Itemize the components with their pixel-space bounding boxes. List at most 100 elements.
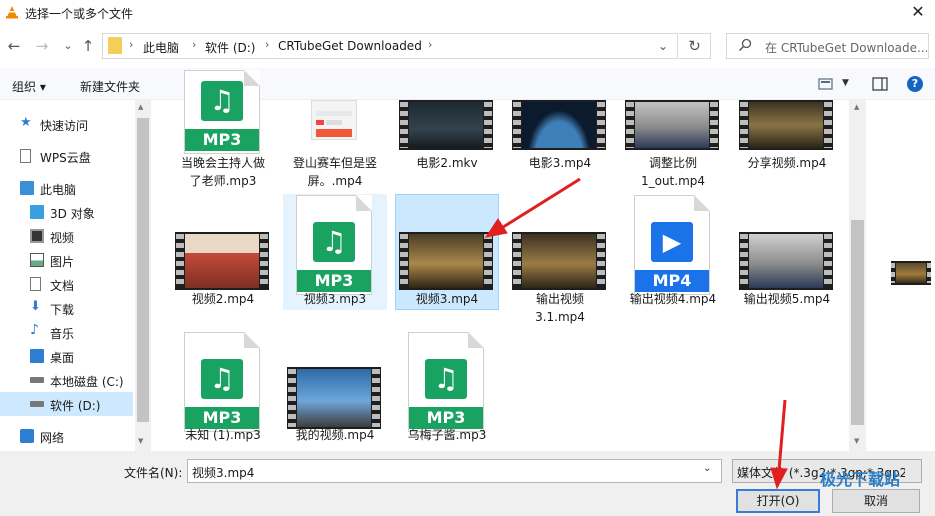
sidebar-item-label: 网络 (40, 431, 65, 445)
desktop-icon (30, 349, 44, 363)
scroll-down-icon[interactable]: ▼ (138, 437, 143, 445)
mp3-file-icon: ♫ MP3 (184, 70, 260, 154)
sidebar-item[interactable]: 软件 (D:) (0, 392, 133, 416)
picture-icon (30, 253, 44, 267)
file-name: 我的视频.mp4 (295, 428, 375, 442)
video-thumbnail (739, 232, 833, 290)
file-name: 输出视频4.mp4 (629, 292, 717, 306)
vlc-cone-icon (6, 6, 18, 19)
search-icon (738, 38, 752, 52)
sidebar-item[interactable]: 文档 (0, 272, 133, 296)
file-name: 视频3.mp3 (303, 292, 367, 306)
view-dropdown-icon[interactable]: ▼ (842, 78, 849, 88)
sidebar-item[interactable]: 图片 (0, 248, 133, 272)
file-name: 登山赛车但是竖 (292, 156, 377, 170)
sidebar-item[interactable]: ⬇ 下载 (0, 296, 133, 320)
mp4-file-icon: ▶ MP4 (634, 195, 710, 295)
scroll-up-icon[interactable]: ▲ (138, 103, 143, 111)
mp3-file-icon: ♫ MP3 (408, 332, 484, 432)
address-dropdown-icon[interactable]: ⌄ (650, 34, 676, 58)
computer-icon (20, 181, 34, 195)
command-toolbar (0, 68, 935, 100)
video-thumbnail (739, 100, 833, 150)
sidebar-item[interactable]: ★ 快速访问 (0, 112, 133, 136)
sidebar-item-label: 桌面 (50, 351, 75, 365)
document-icon (30, 277, 41, 291)
sidebar-item[interactable]: 桌面 (0, 344, 133, 368)
file-name: 电影3.mp4 (528, 156, 592, 170)
chevron-right-icon: › (192, 38, 197, 51)
chevron-right-icon: › (129, 38, 134, 51)
search-placeholder: 在 CRTubeGet Downloade... (765, 41, 927, 55)
music-note-icon: ♫ (201, 359, 243, 399)
file-item[interactable]: ♫ MP3 视频3.mp3 (283, 195, 387, 325)
chevron-down-icon[interactable]: ⌄ (703, 463, 711, 474)
file-name: 调整比例 (648, 156, 697, 170)
new-folder-button[interactable]: 新建文件夹 (80, 78, 140, 95)
sidebar-item[interactable]: ♪ 音乐 (0, 320, 133, 344)
content-scroll-thumb[interactable] (851, 220, 864, 425)
breadcrumb-this-pc[interactable]: 此电脑 (143, 39, 179, 56)
file-item[interactable]: 输出视频5.mp4 (735, 195, 839, 325)
file-name: 乌梅子酱.mp3 (407, 428, 487, 442)
back-button[interactable]: ← (5, 37, 23, 55)
video-thumbnail (399, 100, 493, 150)
file-name: 输出视频5.mp4 (743, 292, 831, 306)
sidebar-item[interactable]: 网络 (0, 424, 133, 448)
music-note-icon: ♫ (425, 359, 467, 399)
music-icon: ♪ (30, 322, 39, 338)
file-item[interactable]: ♫ MP3 乌梅子酱.mp3 (395, 332, 499, 462)
file-name: 电影2.mkv (416, 156, 478, 170)
recent-locations-button[interactable]: ⌄ (59, 37, 77, 55)
video-thumbnail (399, 232, 493, 290)
folder-icon (108, 37, 122, 54)
open-button[interactable]: 打开(O) (736, 489, 820, 513)
sidebar-item[interactable]: 3D 对象 (0, 200, 133, 224)
file-item[interactable]: 视频2.mp4 (171, 195, 275, 325)
mp3-file-icon: ♫ MP3 (296, 195, 372, 295)
file-item[interactable]: 输出视频 3.1.mp4 (508, 195, 612, 325)
sidebar-scroll-thumb[interactable] (137, 118, 149, 422)
organize-menu[interactable]: 组织 ▾ (12, 78, 46, 95)
sidebar-item-label: 此电脑 (40, 183, 77, 197)
file-item[interactable]: 视频3.mp4 (395, 195, 499, 325)
file-item[interactable]: ▶ MP4 输出视频4.mp4 (621, 195, 725, 325)
file-item[interactable]: 我的视频.mp4 (283, 332, 387, 462)
close-button[interactable]: ✕ (908, 2, 928, 22)
file-type-badge: MP3 (297, 270, 371, 292)
sidebar-item[interactable]: WPS云盘 (0, 144, 133, 168)
up-button[interactable]: ↑ (79, 37, 97, 55)
window-title: 选择一个或多个文件 (25, 7, 134, 21)
chevron-right-icon: › (428, 38, 433, 51)
music-note-icon: ♫ (313, 222, 355, 262)
sidebar-item-label: 图片 (50, 255, 75, 269)
scroll-down-icon[interactable]: ▼ (854, 437, 859, 445)
file-name: 分享视频.mp4 (747, 156, 827, 170)
scroll-up-icon[interactable]: ▲ (854, 103, 859, 111)
sidebar-item[interactable]: 此电脑 (0, 176, 133, 200)
preview-pane-icon[interactable] (872, 77, 888, 91)
sidebar-item[interactable]: 视频 (0, 224, 133, 248)
sidebar-item-label: 下载 (50, 303, 75, 317)
preview-thumbnail (891, 261, 931, 285)
forward-button[interactable]: → (33, 37, 51, 55)
drive-icon (30, 377, 44, 383)
breadcrumb-folder[interactable]: CRTubeGet Downloaded (278, 39, 422, 53)
help-icon[interactable]: ? (907, 76, 923, 92)
sidebar-item[interactable]: 本地磁盘 (C:) (0, 368, 133, 392)
cancel-button[interactable]: 取消 (832, 489, 920, 513)
star-icon: ★ (20, 115, 32, 130)
refresh-button[interactable]: ↻ (679, 33, 711, 59)
file-item[interactable]: ♫ MP3 未知 (1).mp3 (171, 332, 275, 462)
sidebar-item-label: 软件 (D:) (50, 399, 101, 413)
mp3-file-icon: ♫ MP3 (184, 332, 260, 432)
breadcrumb-drive-d[interactable]: 软件 (D:) (205, 39, 255, 56)
download-icon: ⬇ (30, 299, 41, 314)
view-options-icon[interactable] (818, 77, 834, 91)
sidebar-item-label: 快速访问 (40, 119, 89, 133)
network-icon (20, 429, 34, 443)
video-thumbnail (625, 100, 719, 150)
file-name: 输出视频 (535, 292, 584, 306)
video-thumbnail (512, 232, 606, 290)
filename-input[interactable] (187, 459, 722, 483)
